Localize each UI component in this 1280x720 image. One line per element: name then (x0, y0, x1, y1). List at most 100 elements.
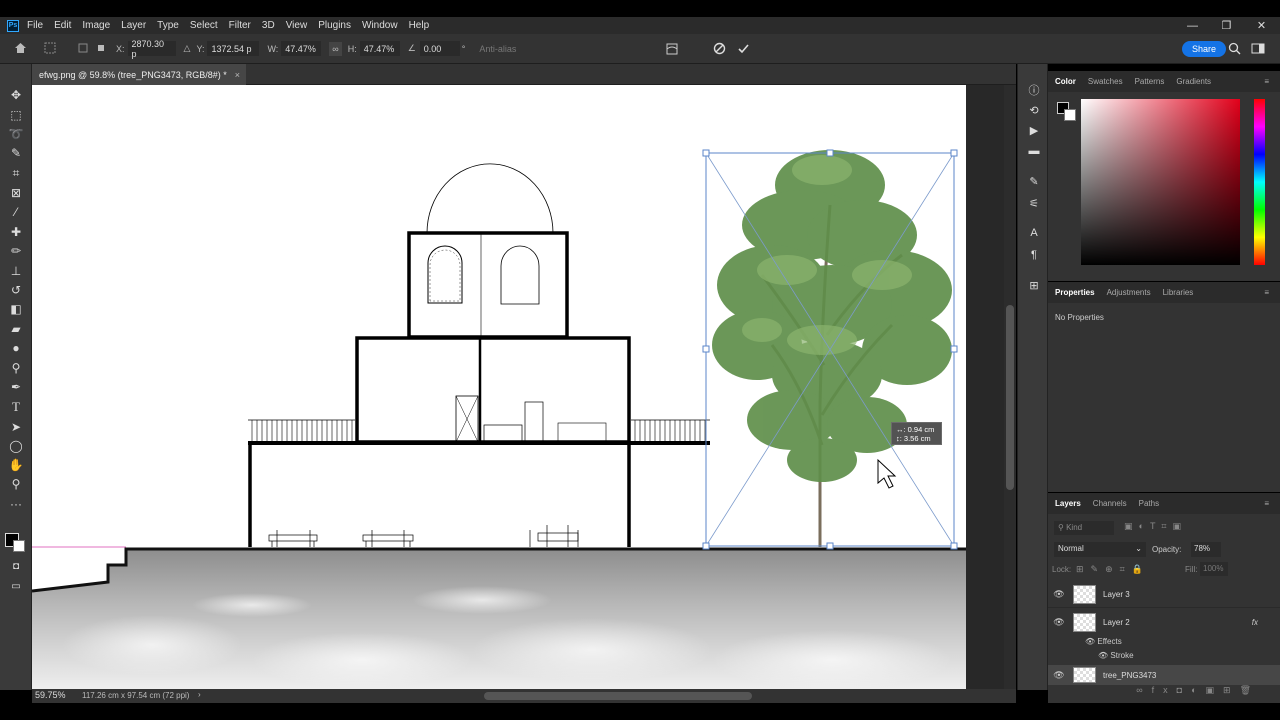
tab-swatches[interactable]: Swatches (1088, 77, 1123, 86)
paragraph-icon[interactable]: ¶ (1026, 248, 1042, 262)
background-color-swatch[interactable] (13, 540, 25, 552)
effects-row[interactable]: 👁 Effects (1085, 637, 1122, 646)
color-background-swatch[interactable] (1064, 109, 1076, 121)
tab-channels[interactable]: Channels (1093, 499, 1127, 508)
angle-field[interactable]: 0.00 (419, 41, 460, 56)
document-canvas[interactable]: ↔: 0.94 cm ↕: 3.56 cm (32, 85, 966, 689)
zoom-level[interactable]: 59.75% (35, 690, 66, 700)
info-icon[interactable]: ⓘ (1026, 83, 1042, 97)
magic-wand-tool-icon[interactable]: ✎ (6, 145, 26, 161)
layer-row[interactable]: 👁 Layer 3 (1048, 581, 1280, 608)
height-field[interactable]: 47.47% (359, 41, 400, 56)
transform-tool-icon[interactable] (44, 42, 58, 56)
blend-mode-select[interactable]: Normal ⌄ (1054, 542, 1146, 557)
properties-menu-icon[interactable]: ≡ (1264, 288, 1269, 297)
layer-name[interactable]: Layer 3 (1103, 590, 1130, 599)
vertical-scroll-thumb[interactable] (1006, 305, 1014, 490)
zoom-tool-icon[interactable]: ⚲ (6, 476, 26, 492)
tab-layers[interactable]: Layers (1055, 499, 1081, 508)
layers-menu-icon[interactable]: ≡ (1264, 499, 1269, 508)
menu-image[interactable]: Image (82, 20, 110, 31)
workspace-icon[interactable] (1251, 42, 1265, 57)
clone-stamp-icon[interactable]: ⊥ (6, 263, 26, 279)
menu-3d[interactable]: 3D (262, 20, 275, 31)
reference-point-center-icon[interactable] (96, 43, 108, 55)
brush-tool-icon[interactable]: ✏ (6, 243, 26, 259)
menu-window[interactable]: Window (362, 20, 398, 31)
pen-tool-icon[interactable]: ✒ (6, 379, 26, 395)
frame-tool-icon[interactable]: ⊠ (6, 185, 26, 201)
visibility-eye-icon[interactable]: 👁 (1048, 617, 1070, 628)
x-field[interactable]: 2870.30 p (127, 39, 176, 59)
width-field[interactable]: 47.47% (281, 41, 322, 56)
tab-patterns[interactable]: Patterns (1135, 77, 1165, 86)
tab-properties[interactable]: Properties (1055, 288, 1095, 297)
eraser-tool-icon[interactable]: ◧ (6, 301, 26, 317)
tab-color[interactable]: Color (1055, 77, 1076, 86)
eyedropper-tool-icon[interactable]: ⁄ (6, 204, 26, 220)
layer-filter-icons[interactable]: ▣◐T⌗▣ (1124, 521, 1187, 532)
link-icon[interactable]: ∞ (329, 41, 342, 56)
color-picker-field[interactable] (1081, 99, 1240, 265)
paint-bucket-icon[interactable]: ▰ (6, 321, 26, 337)
stroke-effect-row[interactable]: 👁 Stroke (1098, 651, 1134, 660)
layer-row[interactable]: 👁 Layer 2 fx (1048, 609, 1280, 636)
relative-position-icon[interactable]: △ (184, 43, 191, 54)
share-button[interactable]: Share (1182, 41, 1227, 57)
menu-file[interactable]: File (27, 20, 43, 31)
layer-effects-fx-icon[interactable]: fx (1252, 618, 1258, 627)
fill-field[interactable]: 100% (1200, 562, 1228, 576)
menu-plugins[interactable]: Plugins (318, 20, 351, 31)
path-selection-icon[interactable]: ➤ (6, 419, 26, 435)
quick-mask-icon[interactable]: ◘ (6, 558, 26, 574)
close-window-button[interactable]: ✕ (1244, 17, 1279, 34)
opacity-field[interactable]: 78% (1191, 542, 1221, 557)
visibility-eye-icon[interactable]: 👁 (1048, 670, 1070, 681)
hue-slider[interactable] (1254, 99, 1265, 265)
document-tab[interactable]: efwg.png @ 59.8% (tree_PNG3473, RGB/8#) … (32, 64, 246, 85)
menu-type[interactable]: Type (157, 20, 179, 31)
restore-button[interactable]: ❐ (1209, 17, 1244, 34)
layer-row-selected[interactable]: 👁 tree_PNG3473 (1048, 665, 1280, 685)
lasso-tool-icon[interactable]: ➰ (6, 126, 26, 142)
type-tool-icon[interactable]: T (6, 399, 26, 415)
healing-brush-icon[interactable]: ✚ (6, 224, 26, 240)
history-brush-icon[interactable]: ↺ (6, 282, 26, 298)
visibility-eye-icon[interactable]: 👁 (1048, 589, 1070, 600)
minimize-button[interactable]: — (1175, 17, 1210, 34)
commit-transform-icon[interactable] (737, 42, 750, 57)
hand-tool-icon[interactable]: ✋ (6, 457, 26, 473)
menu-help[interactable]: Help (409, 20, 430, 31)
glyphs-icon[interactable]: ⊞ (1026, 278, 1042, 292)
character-icon[interactable]: A (1026, 226, 1042, 240)
crop-tool-icon[interactable]: ⌗ (6, 165, 26, 181)
ellipse-tool-icon[interactable]: ◯ (6, 438, 26, 454)
layer-name[interactable]: Layer 2 (1103, 618, 1130, 627)
close-tab-icon[interactable]: × (235, 70, 240, 80)
marquee-tool-icon[interactable]: ⬚ (6, 107, 26, 123)
menu-view[interactable]: View (286, 20, 308, 31)
reference-point-icon[interactable] (78, 43, 90, 55)
menu-layer[interactable]: Layer (121, 20, 146, 31)
stroke-eye-icon[interactable]: 👁 (1098, 651, 1110, 660)
home-icon[interactable] (14, 42, 28, 56)
menu-filter[interactable]: Filter (229, 20, 251, 31)
history-icon[interactable]: ⟲ (1026, 103, 1042, 117)
y-field[interactable]: 1372.54 p (207, 41, 260, 56)
cancel-transform-icon[interactable] (713, 42, 726, 57)
blur-tool-icon[interactable]: ● (6, 340, 26, 356)
actions-icon[interactable]: ▶ (1026, 123, 1042, 137)
tab-adjustments[interactable]: Adjustments (1107, 288, 1151, 297)
menu-edit[interactable]: Edit (54, 20, 71, 31)
comments-icon[interactable]: ▬ (1026, 144, 1042, 158)
horizontal-scroll-thumb[interactable] (484, 692, 752, 700)
adjustment-sliders-icon[interactable]: ⚟ (1026, 196, 1042, 210)
layers-footer-buttons[interactable]: ∞fx◘◐▣⊞🗑 (1048, 685, 1280, 697)
more-tools-icon[interactable]: ··· (6, 496, 26, 512)
layer-name[interactable]: tree_PNG3473 (1103, 671, 1156, 680)
color-panel-menu-icon[interactable]: ≡ (1264, 77, 1269, 86)
antialias-label[interactable]: Anti-alias (479, 44, 516, 54)
tab-libraries[interactable]: Libraries (1163, 288, 1194, 297)
effects-eye-icon[interactable]: 👁 (1085, 637, 1097, 646)
move-tool-icon[interactable]: ✥ (6, 87, 26, 103)
